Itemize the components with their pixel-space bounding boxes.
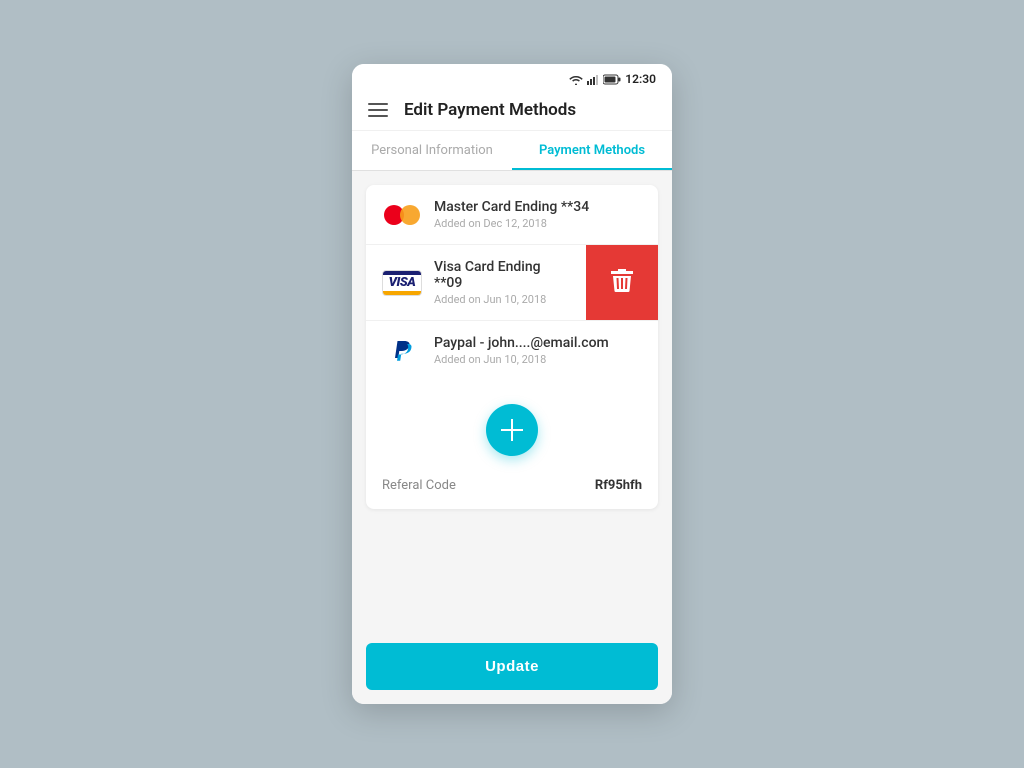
page-title: Edit Payment Methods bbox=[404, 100, 576, 120]
paypal-date: Added on Jun 10, 2018 bbox=[434, 353, 642, 366]
paypal-info: Paypal - john....@email.com Added on Jun… bbox=[434, 335, 642, 366]
status-bar: 12:30 bbox=[352, 64, 672, 90]
plus-icon bbox=[501, 419, 523, 441]
payment-card: Master Card Ending **34 Added on Dec 12,… bbox=[366, 185, 658, 509]
trash-icon bbox=[611, 269, 633, 297]
add-section bbox=[366, 380, 658, 466]
wifi-icon bbox=[569, 74, 583, 85]
mastercard-info: Master Card Ending **34 Added on Dec 12,… bbox=[434, 199, 642, 230]
status-time: 12:30 bbox=[625, 72, 656, 86]
main-content: Master Card Ending **34 Added on Dec 12,… bbox=[352, 171, 672, 627]
payment-item-paypal[interactable]: Paypal - john....@email.com Added on Jun… bbox=[366, 321, 658, 380]
referral-value: Rf95hfh bbox=[595, 478, 642, 493]
mastercard-name: Master Card Ending **34 bbox=[434, 199, 642, 215]
payment-list: Master Card Ending **34 Added on Dec 12,… bbox=[366, 185, 658, 380]
payment-item-visa[interactable]: VISA Visa Card Ending **09 Added on Jun … bbox=[366, 245, 658, 321]
paypal-name: Paypal - john....@email.com bbox=[434, 335, 642, 351]
signal-icon bbox=[587, 74, 599, 85]
paypal-icon bbox=[382, 337, 422, 365]
update-button[interactable]: Update bbox=[366, 643, 658, 690]
visa-info: Visa Card Ending **09 Added on Jun 10, 2… bbox=[434, 259, 570, 306]
hamburger-menu-icon[interactable] bbox=[368, 103, 388, 117]
tabs-container: Personal Information Payment Methods bbox=[352, 131, 672, 171]
status-icons: 12:30 bbox=[569, 72, 656, 86]
mastercard-icon bbox=[382, 201, 422, 229]
tab-personal-information[interactable]: Personal Information bbox=[352, 131, 512, 170]
referral-row: Referal Code Rf95hfh bbox=[366, 466, 658, 509]
mastercard-date: Added on Dec 12, 2018 bbox=[434, 217, 642, 230]
top-bar: Edit Payment Methods bbox=[352, 90, 672, 131]
visa-icon: VISA bbox=[382, 269, 422, 297]
payment-item-mastercard[interactable]: Master Card Ending **34 Added on Dec 12,… bbox=[366, 185, 658, 245]
visa-date: Added on Jun 10, 2018 bbox=[434, 293, 570, 306]
referral-label: Referal Code bbox=[382, 478, 456, 493]
visa-name: Visa Card Ending **09 bbox=[434, 259, 570, 291]
add-payment-button[interactable] bbox=[486, 404, 538, 456]
tab-payment-methods[interactable]: Payment Methods bbox=[512, 131, 672, 170]
update-section: Update bbox=[352, 627, 672, 704]
battery-icon bbox=[603, 74, 621, 85]
phone-shell: 12:30 Edit Payment Methods Personal Info… bbox=[352, 64, 672, 704]
visa-content: VISA Visa Card Ending **09 Added on Jun … bbox=[366, 245, 586, 320]
delete-visa-button[interactable] bbox=[586, 245, 658, 320]
